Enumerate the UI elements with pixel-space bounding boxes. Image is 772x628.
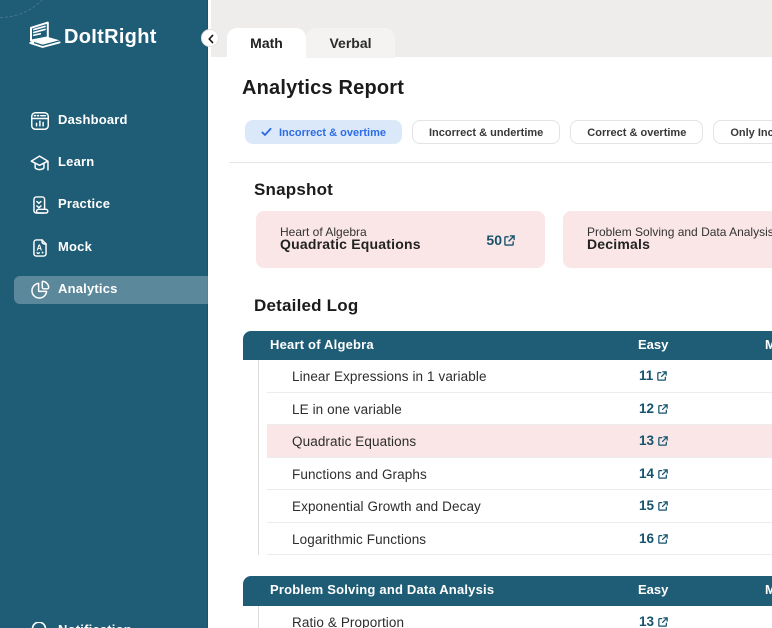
svg-text:A: A [37,243,43,252]
